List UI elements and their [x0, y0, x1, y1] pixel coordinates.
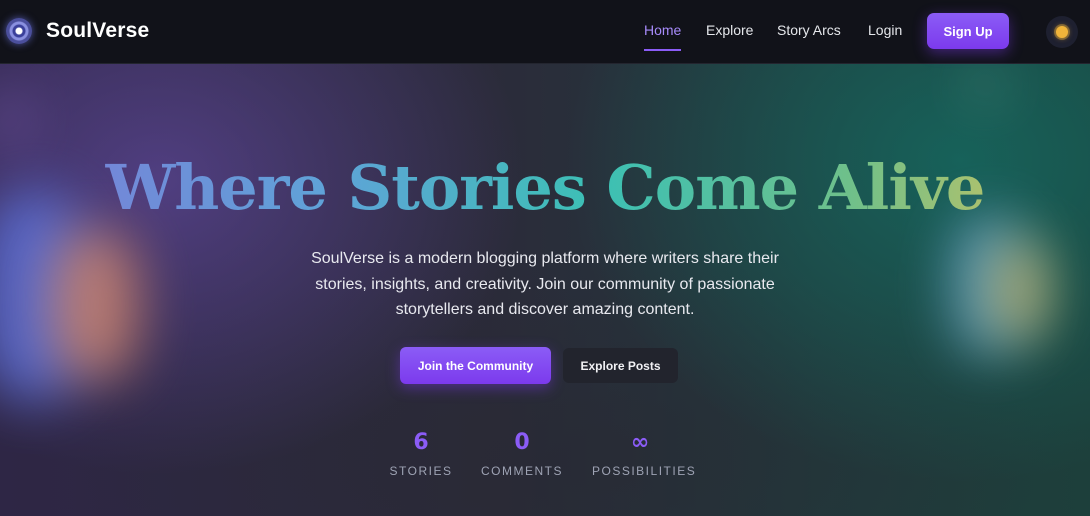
stat-stories: 6 STORIES: [387, 428, 455, 478]
brand-link[interactable]: SoulVerse: [6, 18, 149, 44]
join-community-button[interactable]: Join the Community: [400, 347, 551, 384]
stat-label: POSSIBILITIES: [592, 464, 697, 478]
stat-label: COMMENTS: [481, 464, 563, 478]
nav-link-explore[interactable]: Explore: [706, 22, 753, 38]
hero-title: Where Stories Come Alive: [0, 146, 1090, 230]
sign-up-button[interactable]: Sign Up: [927, 13, 1009, 49]
explore-posts-button[interactable]: Explore Posts: [563, 348, 678, 383]
stat-label: STORIES: [389, 464, 453, 478]
nav-link-login[interactable]: Login: [868, 22, 902, 38]
stat-possibilities: ∞ POSSIBILITIES: [592, 428, 697, 478]
decorative-blur-right-small: [970, 70, 1000, 100]
decorative-blur-right-accent: [990, 240, 1050, 340]
sun-icon: [1056, 26, 1068, 38]
theme-toggle-button[interactable]: [1046, 16, 1078, 48]
brand-name: SoulVerse: [46, 19, 150, 42]
top-navbar: SoulVerse Home Explore Story Arcs Login …: [0, 0, 1090, 64]
stat-value: ∞: [630, 430, 650, 455]
stat-comments: 0 COMMENTS: [480, 428, 564, 478]
decorative-blur-left-small: [0, 90, 30, 150]
nav-link-home[interactable]: Home: [644, 22, 682, 51]
nav-link-story-arcs[interactable]: Story Arcs: [777, 22, 841, 38]
hero-description: SoulVerse is a modern blogging platform …: [311, 250, 779, 318]
stat-value: 6: [413, 430, 429, 455]
decorative-blur-left-accent: [50, 230, 140, 380]
soulverse-logo-icon: [6, 18, 32, 44]
stat-value: 0: [514, 430, 530, 455]
